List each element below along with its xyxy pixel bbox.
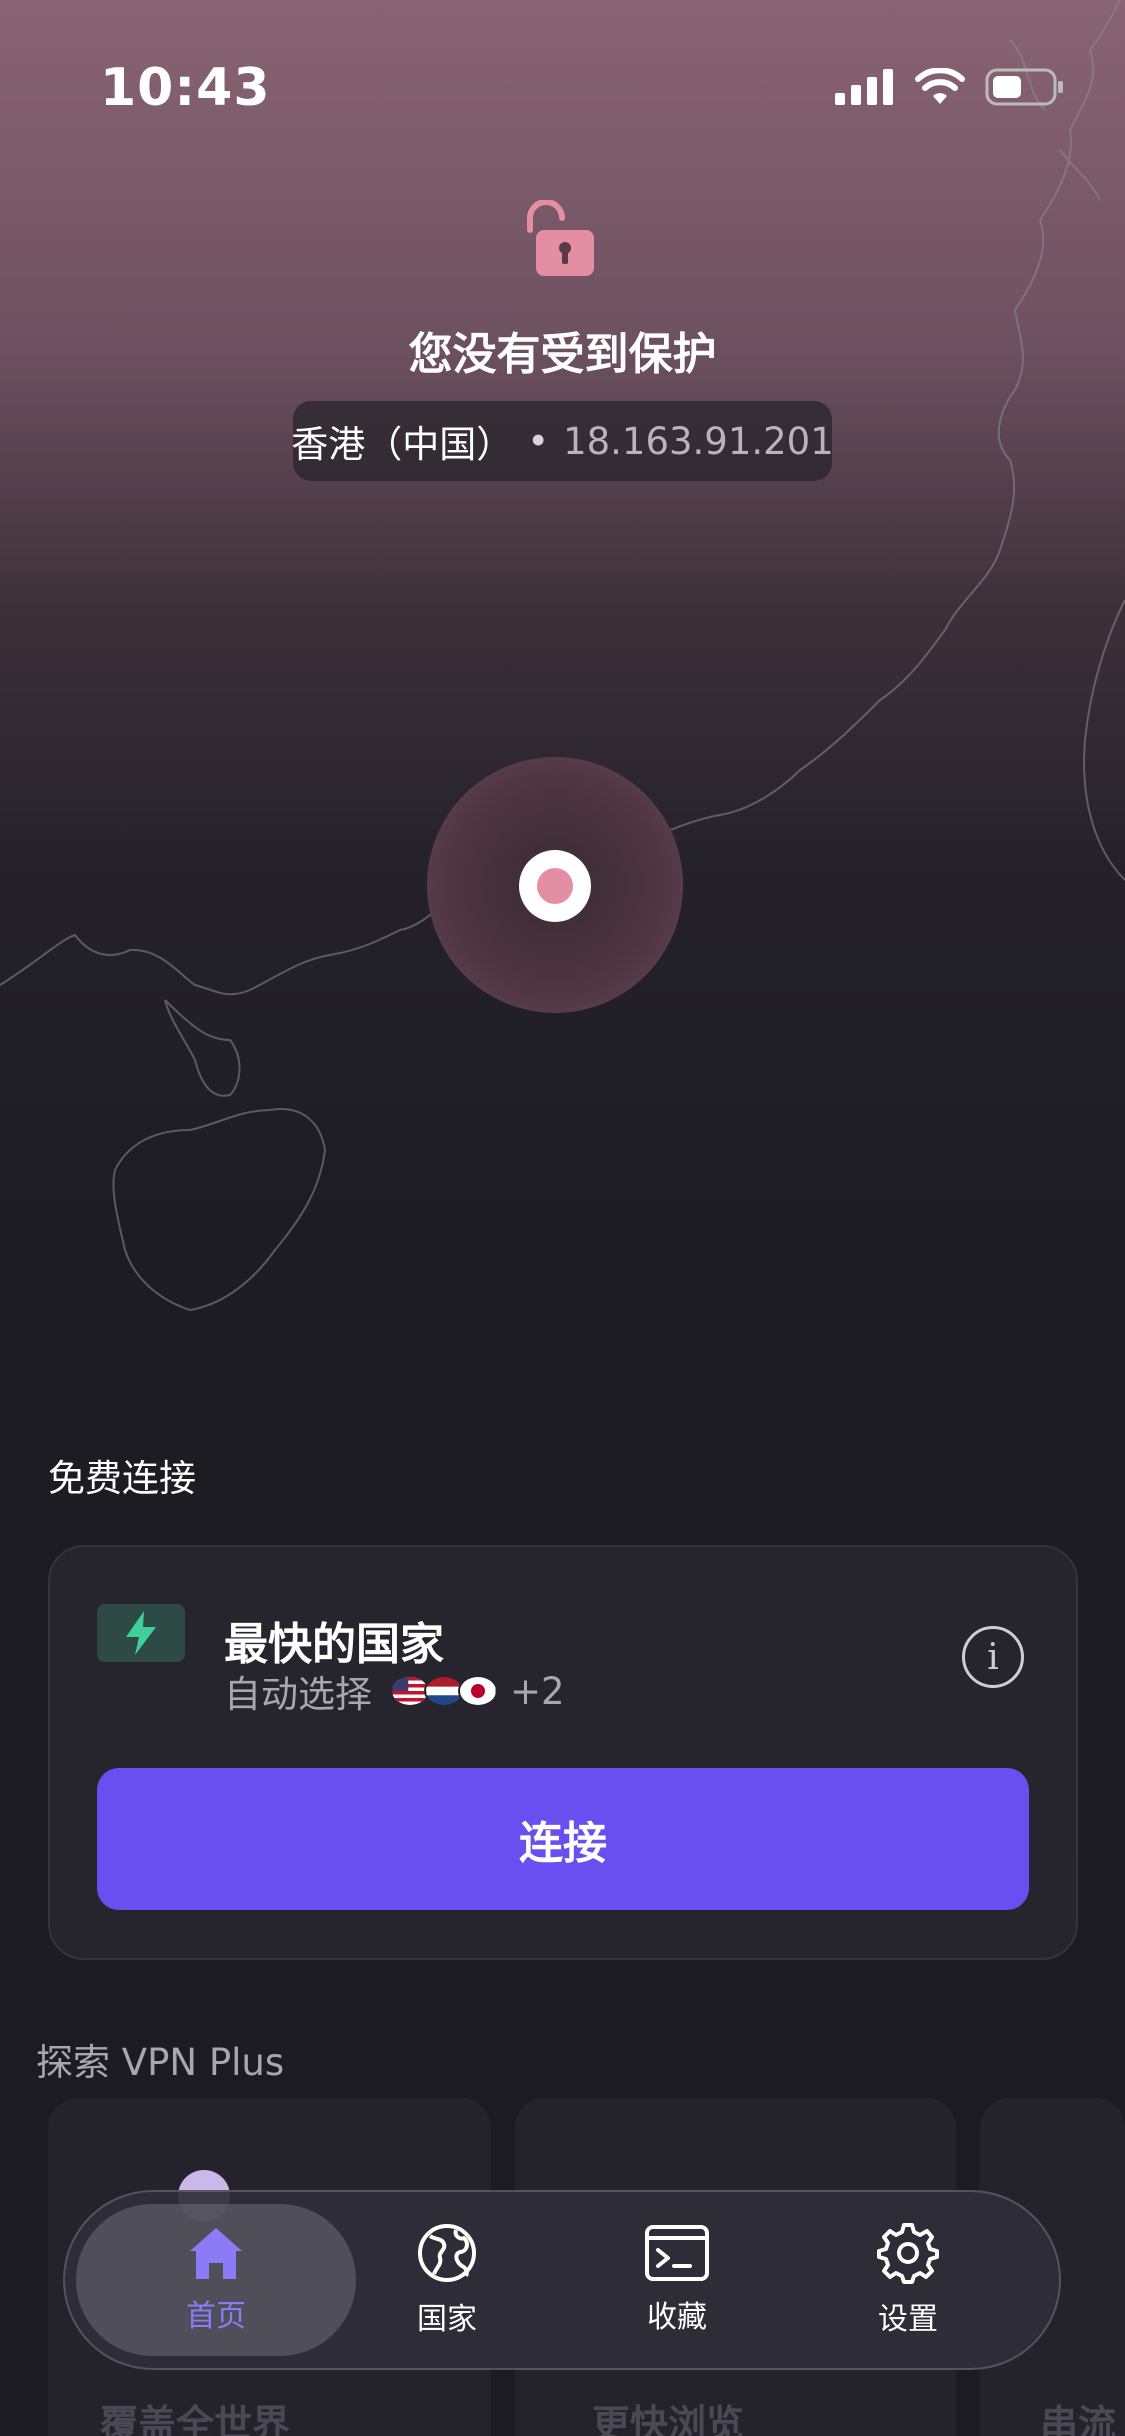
auto-select-label: 自动选择 (224, 1673, 372, 1716)
explore-card-title: 串流 (1040, 2402, 1117, 2436)
globe-icon (418, 2224, 476, 2282)
explore-heading: 探索 VPN Plus (36, 2041, 285, 2084)
gear-icon (877, 2223, 939, 2284)
location-pin-dot (537, 868, 573, 904)
location-label: 香港（中国） (291, 423, 514, 466)
bolt-icon (97, 1604, 185, 1662)
tab-settings[interactable]: 设置 (768, 2204, 1048, 2356)
tab-label: 国家 (417, 2302, 477, 2337)
fastest-country-title: 最快的国家 (224, 1619, 444, 1670)
unlocked-icon (527, 200, 594, 276)
info-icon: i (987, 1636, 999, 1678)
country-flags (390, 1675, 498, 1707)
explore-card-title: 更快浏览 (592, 2402, 745, 2436)
separator-dot: • (527, 419, 550, 463)
jp-flag-icon (458, 1675, 498, 1707)
home-icon (190, 2228, 242, 2279)
tab-label: 收藏 (647, 2300, 707, 2335)
free-connect-heading: 免费连接 (48, 1457, 196, 1500)
terminal-icon (645, 2225, 709, 2281)
info-button[interactable]: i (962, 1626, 1024, 1688)
status-icons (835, 62, 1065, 112)
battery-icon (985, 68, 1063, 106)
extra-countries-count: +2 (510, 1669, 565, 1713)
auto-select-row: 自动选择 +2 (224, 1664, 565, 1718)
status-time: 10:43 (100, 58, 271, 118)
status-bar: 10:43 (0, 0, 1125, 150)
ip-address: 18.163.91.201 (563, 419, 834, 463)
explore-card-title: 覆盖全世界 (100, 2402, 291, 2436)
wifi-icon (915, 68, 965, 104)
protection-status: 您没有受到保护 (408, 329, 717, 380)
tab-label: 设置 (878, 2302, 938, 2337)
connect-button[interactable]: 连接 (97, 1768, 1029, 1910)
signal-icon (835, 69, 893, 105)
ip-location-badge: 香港（中国） • 18.163.91.201 (291, 401, 834, 481)
tab-label: 首页 (186, 2299, 246, 2334)
